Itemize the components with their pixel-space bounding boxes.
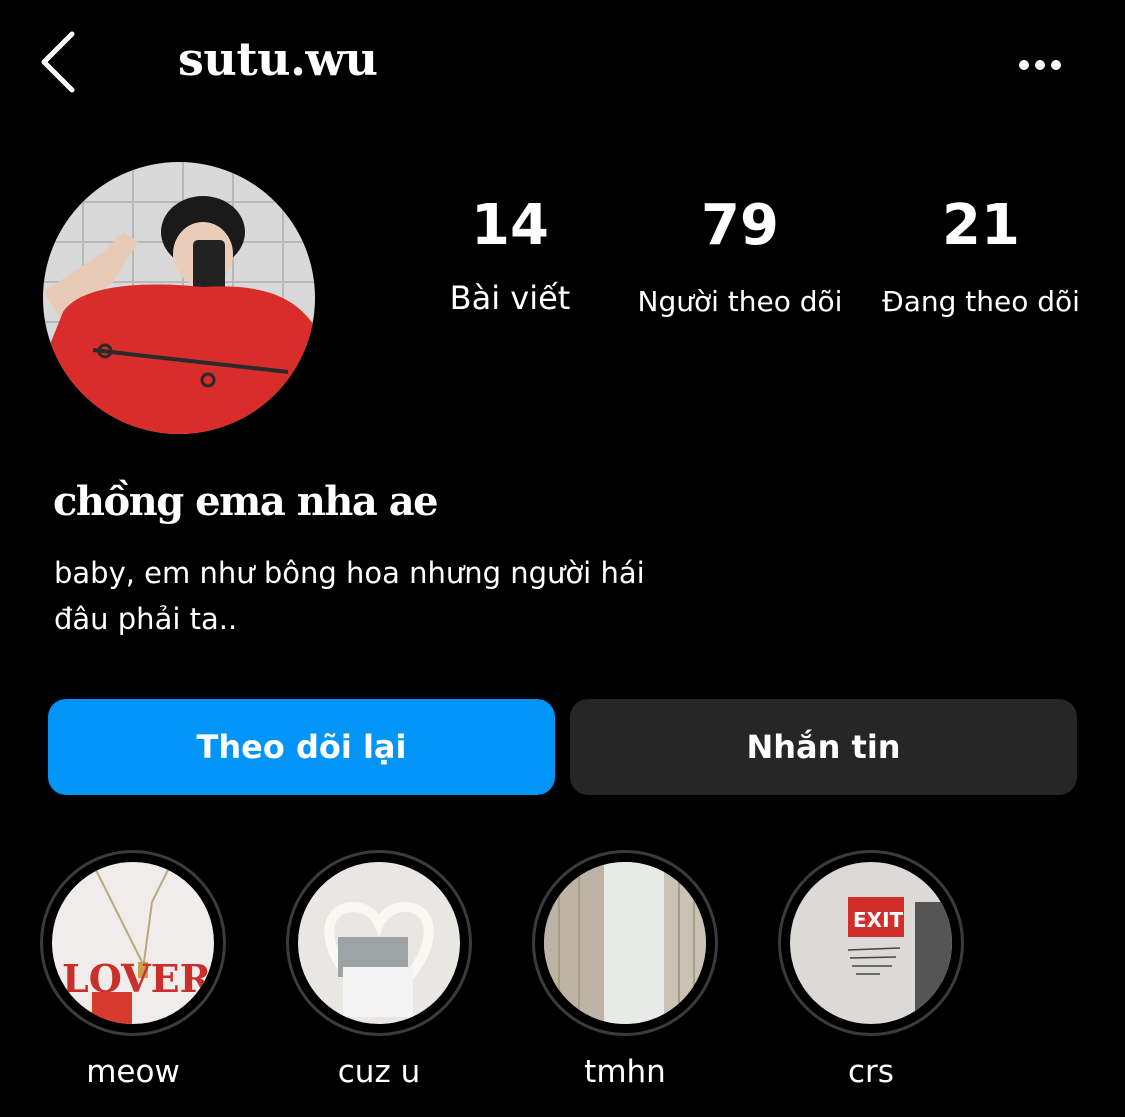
message-button[interactable]: Nhắn tin [570,699,1077,795]
highlight-ring: LOVER [40,850,226,1036]
svg-text:LOVER: LOVER [62,956,212,1001]
highlight-label: tmhn [584,1054,666,1090]
highlight-label: cuz u [337,1054,421,1090]
highlight-thumbnail: EXIT [790,862,952,1024]
posts-count: 14 [471,193,549,258]
bio-line: đâu phải ta.. [54,602,238,636]
profile-username: sutu.wu [178,32,378,86]
chevron-left-icon [41,31,75,93]
stat-following[interactable]: 21 Đang theo dõi [866,196,1096,320]
highlight-thumbnail [544,862,706,1024]
followers-count: 79 [701,193,779,258]
display-name: chồng ema nha ae [53,478,439,525]
stat-posts[interactable]: 14 Bài viết [420,193,600,317]
profile-bio: baby, em như bông hoa nhưng người hái đâ… [54,550,754,642]
story-highlight[interactable]: LOVER meow [38,850,228,1090]
following-count: 21 [942,193,1020,258]
stat-followers[interactable]: 79 Người theo dõi [620,196,860,320]
highlight-ring: EXIT [778,850,964,1036]
highlight-ring [532,850,718,1036]
bio-line: baby, em như bông hoa nhưng người hái [54,556,645,590]
story-highlight[interactable]: EXIT crs [776,850,966,1090]
following-label: Đang theo dõi [882,285,1080,318]
svg-text:EXIT: EXIT [853,908,904,932]
avatar[interactable] [43,162,315,434]
story-highlight[interactable]: cuz u [284,850,474,1090]
more-horizontal-icon [1019,60,1061,70]
more-options-button[interactable] [1010,45,1070,85]
highlight-label: crs [848,1054,894,1090]
highlight-thumbnail: LOVER [52,862,214,1024]
story-highlight[interactable]: tmhn [530,850,720,1090]
highlight-ring [286,850,472,1036]
highlight-label: meow [86,1054,180,1090]
back-button[interactable] [30,22,90,102]
highlight-thumbnail [298,862,460,1024]
posts-label: Bài viết [449,279,571,317]
follow-back-button[interactable]: Theo dõi lại [48,699,555,795]
followers-label: Người theo dõi [637,285,843,318]
